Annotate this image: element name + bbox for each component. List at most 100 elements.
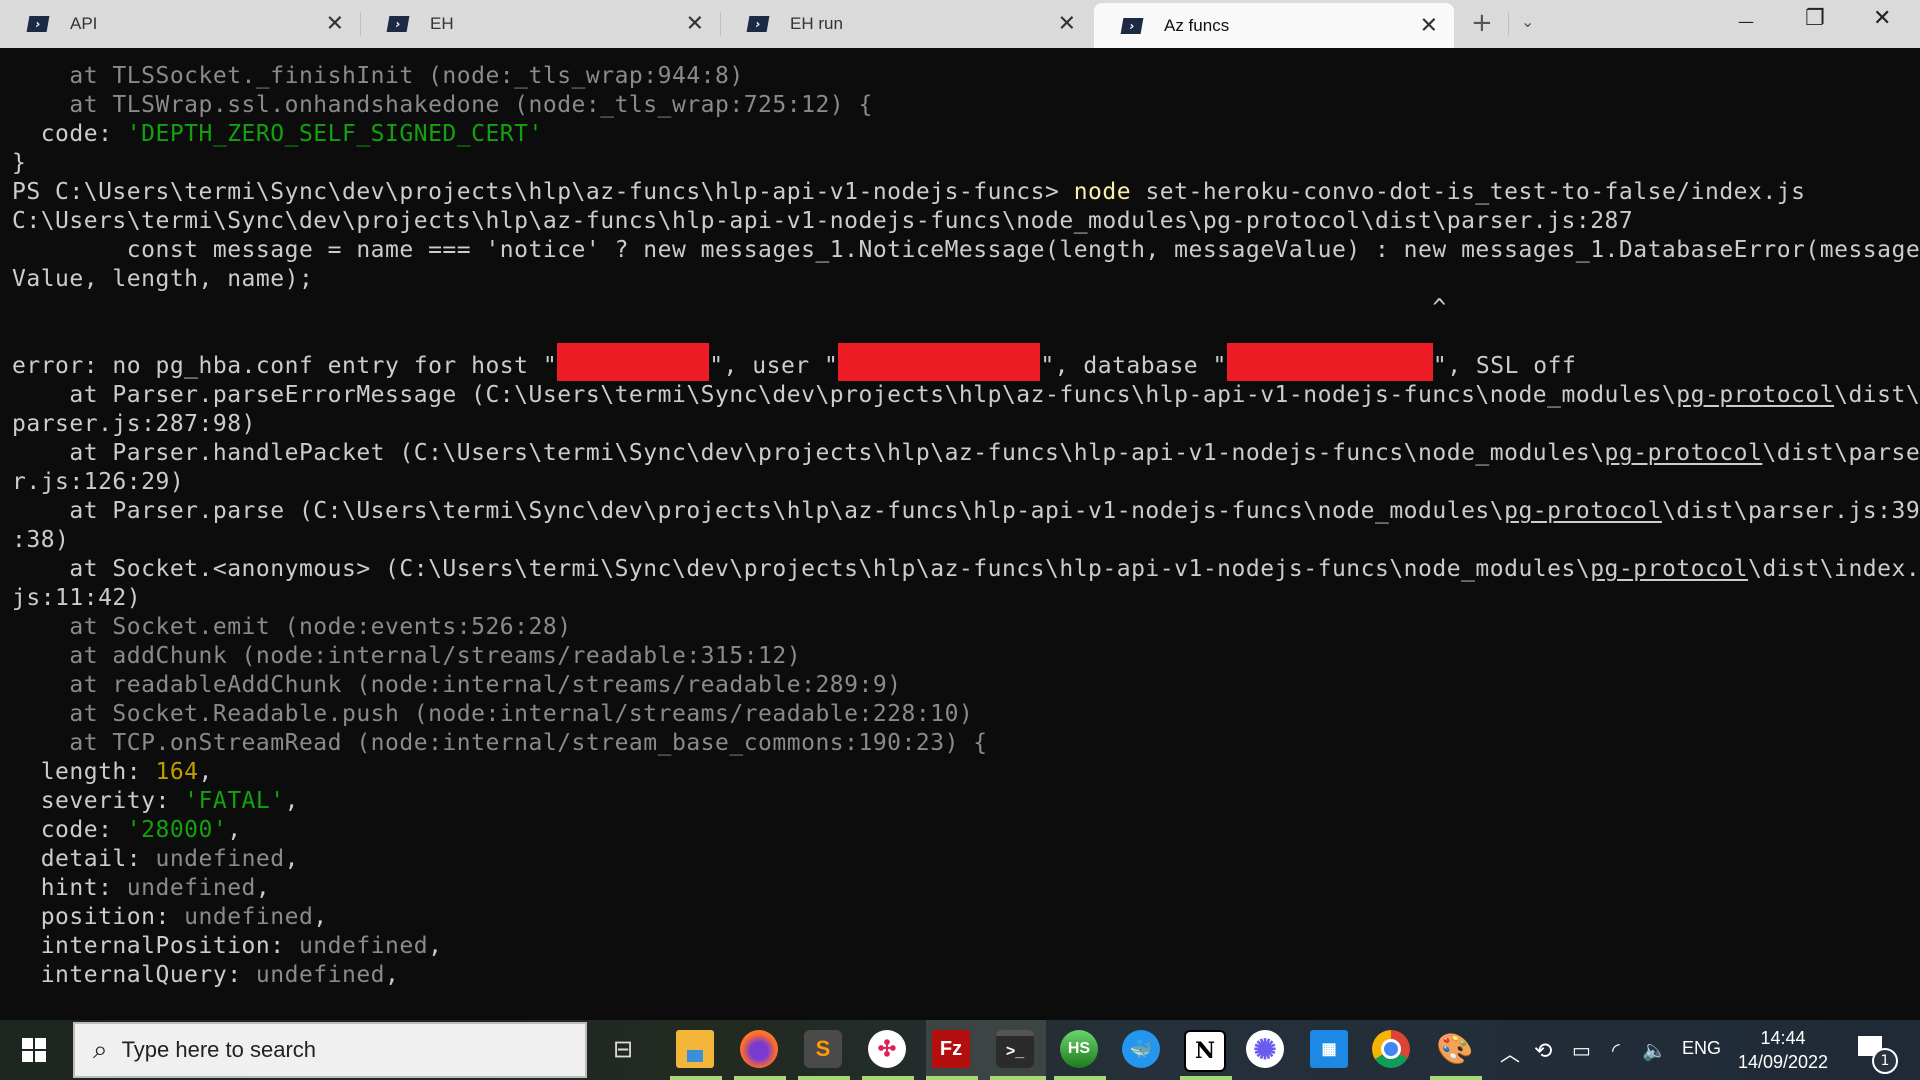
terminal-output[interactable]: at TLSSocket._finishInit (node:_tls_wrap… xyxy=(0,48,1920,1015)
tab-label: Az funcs xyxy=(1164,15,1230,35)
string-value: 'DEPTH_ZERO_SELF_SIGNED_CERT' xyxy=(126,121,543,147)
tab-dropdown-button[interactable]: ⌄ xyxy=(1521,12,1534,31)
calendar-icon[interactable]: ▦ xyxy=(1310,1030,1348,1068)
show-hidden-icons-chevron-icon[interactable]: ︿ xyxy=(1500,1038,1520,1067)
error-text: ", user " xyxy=(709,353,839,379)
path-link[interactable]: pg-protocol xyxy=(1504,498,1662,524)
windows-terminal-icon[interactable]: >_ xyxy=(996,1030,1034,1068)
key: detail: xyxy=(12,846,156,872)
comma: , xyxy=(198,759,213,785)
prop-line: hint: undefined, xyxy=(12,874,270,903)
close-tab-icon[interactable]: ✕ xyxy=(1058,12,1076,37)
key: internalPosition: xyxy=(12,933,299,959)
running-indicator xyxy=(1430,1076,1482,1080)
task-view-icon[interactable]: ⊟ xyxy=(604,1030,642,1068)
close-tab-icon[interactable]: ✕ xyxy=(326,12,344,37)
tab-api[interactable]: › API ✕ xyxy=(0,0,360,48)
key: length: xyxy=(12,759,156,785)
volume-icon[interactable]: 🔈 xyxy=(1642,1038,1667,1063)
key: internalQuery: xyxy=(12,962,256,988)
stack-line: js:11:42) xyxy=(12,585,142,611)
stack-text: at Parser.parse (C:\Users\termi\Sync\dev… xyxy=(12,498,1505,524)
stack-line: parser.js:287:98) xyxy=(12,411,256,437)
comma: , xyxy=(428,933,443,959)
asterisk-app-icon[interactable]: ✺ xyxy=(1246,1030,1284,1068)
powershell-icon: › xyxy=(746,16,770,32)
language-indicator[interactable]: ENG xyxy=(1682,1038,1721,1059)
running-indicator xyxy=(670,1076,722,1080)
command: node xyxy=(1073,179,1132,205)
undefined-value: undefined xyxy=(298,933,429,959)
comma: , xyxy=(284,788,299,814)
prop-line: internalPosition: undefined, xyxy=(12,932,442,961)
stack-line: at Parser.parseErrorMessage (C:\Users\te… xyxy=(12,381,1920,410)
stack-line: at Parser.handlePacket (C:\Users\termi\S… xyxy=(12,439,1920,468)
key: code: xyxy=(12,817,127,843)
redacted-host xyxy=(557,342,710,381)
error-code-line: code: 'DEPTH_ZERO_SELF_SIGNED_CERT' xyxy=(12,120,543,149)
docker-icon[interactable]: 🐳 xyxy=(1122,1030,1160,1068)
new-tab-button[interactable]: + xyxy=(1471,8,1493,38)
sublime-text-icon[interactable]: S xyxy=(804,1030,842,1068)
sync-icon[interactable]: ⟲ xyxy=(1534,1038,1552,1064)
prompt-line: PS C:\Users\termi\Sync\dev\projects\hlp\… xyxy=(12,178,1805,207)
stack-line: r.js:126:29) xyxy=(12,469,185,495)
stack-text: \dist\parser.js:39 xyxy=(1661,498,1920,524)
string-value: 'FATAL' xyxy=(184,788,285,814)
prop-line: length: 164, xyxy=(12,758,213,787)
brace-line: } xyxy=(12,150,27,176)
undefined-value: undefined xyxy=(126,875,256,901)
windows-start-button[interactable] xyxy=(22,1038,46,1062)
tab-eh-run[interactable]: › EH run ✕ xyxy=(720,0,1092,48)
stack-line: at TLSWrap.ssl.onhandshakedone (node:_tl… xyxy=(12,92,873,118)
path-link[interactable]: pg-protocol xyxy=(1590,556,1748,582)
stack-line: :38) xyxy=(12,527,70,553)
running-indicator xyxy=(926,1076,978,1080)
minimize-button[interactable]: — xyxy=(1738,12,1754,31)
path-link[interactable]: pg-protocol xyxy=(1605,440,1763,466)
key: position: xyxy=(12,904,185,930)
chrome-icon[interactable] xyxy=(1372,1030,1410,1068)
comma: , xyxy=(385,962,400,988)
tab-eh[interactable]: › EH ✕ xyxy=(360,0,720,48)
filezilla-icon[interactable]: Fz xyxy=(932,1030,970,1068)
taskbar: ⌕ Type here to search ⊟ S ✣ Fz >_ HS 🐳 N… xyxy=(0,1020,1920,1080)
file-explorer-icon[interactable] xyxy=(676,1030,714,1068)
paint-icon[interactable]: 🎨 xyxy=(1436,1030,1474,1068)
prompt: PS C:\Users\termi\Sync\dev\projects\hlp\… xyxy=(12,179,1074,205)
output-line: C:\Users\termi\Sync\dev\projects\hlp\az-… xyxy=(12,208,1634,234)
undefined-value: undefined xyxy=(155,846,285,872)
close-tab-icon[interactable]: ✕ xyxy=(1420,13,1438,38)
running-indicator xyxy=(862,1076,914,1080)
heidisql-icon[interactable]: HS xyxy=(1060,1030,1098,1068)
running-indicator xyxy=(1180,1076,1232,1080)
taskbar-search-input[interactable]: ⌕ Type here to search xyxy=(73,1022,587,1078)
notification-count-badge: 1 xyxy=(1872,1048,1898,1074)
tab-label: EH xyxy=(430,14,454,33)
stack-line: at Parser.parse (C:\Users\termi\Sync\dev… xyxy=(12,497,1920,526)
close-tab-icon[interactable]: ✕ xyxy=(686,12,704,37)
stack-text: at Socket.<anonymous> (C:\Users\termi\Sy… xyxy=(12,556,1591,582)
redacted-user xyxy=(838,342,1041,381)
caret-line: ^ xyxy=(12,295,1447,321)
key: severity: xyxy=(12,788,185,814)
command-args: set-heroku-convo-dot-is_test-to-false/in… xyxy=(1131,179,1806,205)
firefox-icon[interactable] xyxy=(740,1030,778,1068)
tab-divider xyxy=(1508,12,1509,36)
tab-label: EH run xyxy=(790,14,843,33)
stack-line: at TCP.onStreamRead (node:internal/strea… xyxy=(12,730,988,756)
error-text: ", database " xyxy=(1040,353,1227,379)
window-close-button[interactable]: ✕ xyxy=(1873,6,1891,31)
notion-icon[interactable]: N xyxy=(1184,1030,1226,1072)
prop-line: severity: 'FATAL', xyxy=(12,787,299,816)
undefined-value: undefined xyxy=(255,962,386,988)
slack-icon[interactable]: ✣ xyxy=(868,1030,906,1068)
tab-az-funcs[interactable]: › Az funcs ✕ xyxy=(1094,3,1454,48)
maximize-button[interactable]: ❐ xyxy=(1805,6,1825,31)
clock[interactable]: 14:44 14/09/2022 xyxy=(1718,1026,1848,1074)
powershell-icon: › xyxy=(1120,17,1144,34)
wifi-icon[interactable]: ◜ xyxy=(1612,1038,1620,1063)
running-indicator xyxy=(798,1076,850,1080)
battery-icon[interactable]: ▭ xyxy=(1572,1038,1591,1063)
path-link[interactable]: pg-protocol xyxy=(1676,382,1834,408)
